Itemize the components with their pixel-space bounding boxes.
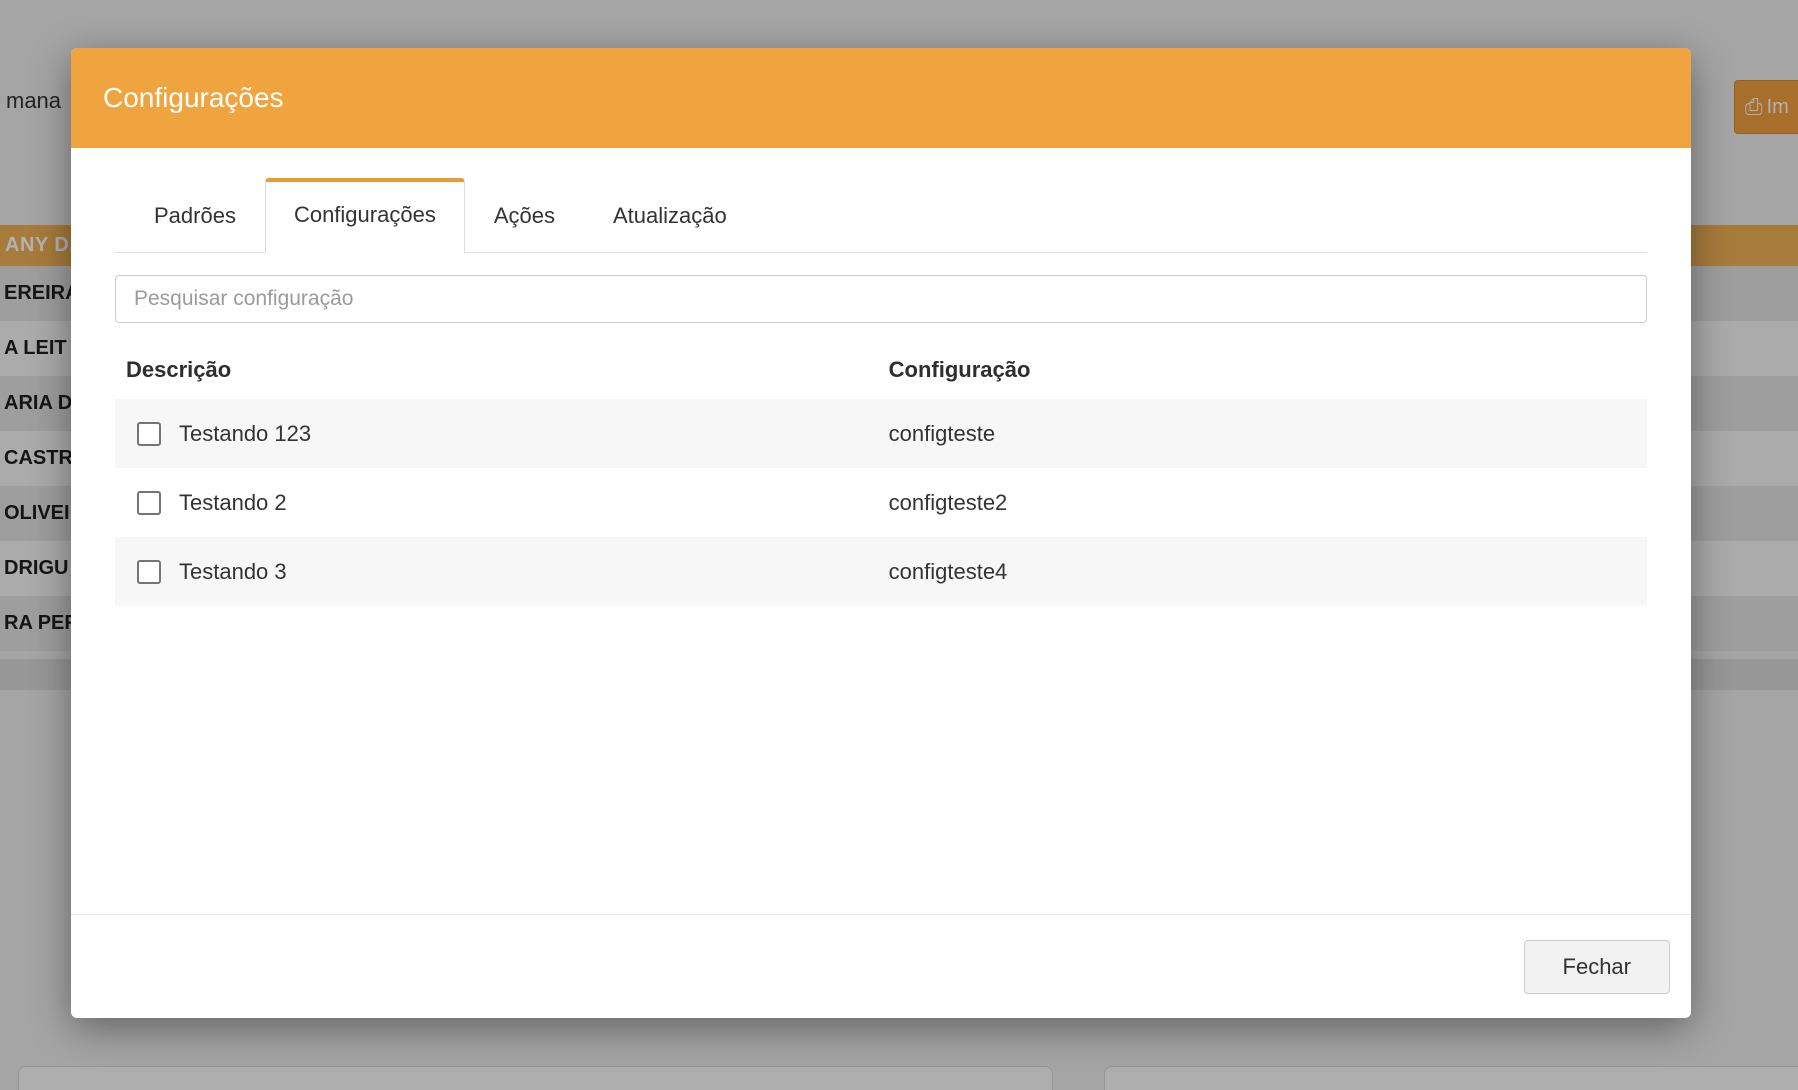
modal-header: Configurações [71, 48, 1691, 148]
row-checkbox[interactable] [137, 560, 161, 584]
tab-bar: Padrões Configurações Ações Atualização [115, 178, 1647, 253]
config-value: configteste4 [889, 559, 1647, 585]
column-header-configuracao: Configuração [889, 357, 1647, 383]
config-description: Testando 3 [179, 559, 287, 585]
modal-title: Configurações [103, 82, 284, 114]
search-input[interactable] [115, 275, 1647, 323]
config-table-body: Testando 123 configteste Testando 2 conf… [115, 399, 1647, 606]
config-description: Testando 123 [179, 421, 311, 447]
modal-body: Padrões Configurações Ações Atualização … [71, 148, 1691, 914]
close-button[interactable]: Fechar [1524, 940, 1670, 994]
screen: mana ⎙ Im ANY DA EREIRA A LEIT ARIA D CA… [0, 0, 1798, 1090]
config-row: Testando 2 configteste2 [115, 468, 1647, 537]
config-value: configteste2 [889, 490, 1647, 516]
column-header-descricao: Descrição [115, 357, 889, 383]
config-value: configteste [889, 421, 1647, 447]
config-table-header: Descrição Configuração [115, 357, 1647, 399]
row-checkbox[interactable] [137, 422, 161, 446]
config-row: Testando 3 configteste4 [115, 537, 1647, 606]
modal-footer: Fechar [71, 914, 1691, 1018]
config-description: Testando 2 [179, 490, 287, 516]
row-checkbox[interactable] [137, 491, 161, 515]
tab-padroes[interactable]: Padrões [125, 178, 265, 253]
tab-configuracoes[interactable]: Configurações [265, 178, 465, 253]
configuracoes-modal: Configurações Padrões Configurações Açõe… [71, 48, 1691, 1018]
tab-atualizacao[interactable]: Atualização [584, 178, 756, 253]
tab-acoes[interactable]: Ações [465, 178, 584, 253]
config-row: Testando 123 configteste [115, 399, 1647, 468]
